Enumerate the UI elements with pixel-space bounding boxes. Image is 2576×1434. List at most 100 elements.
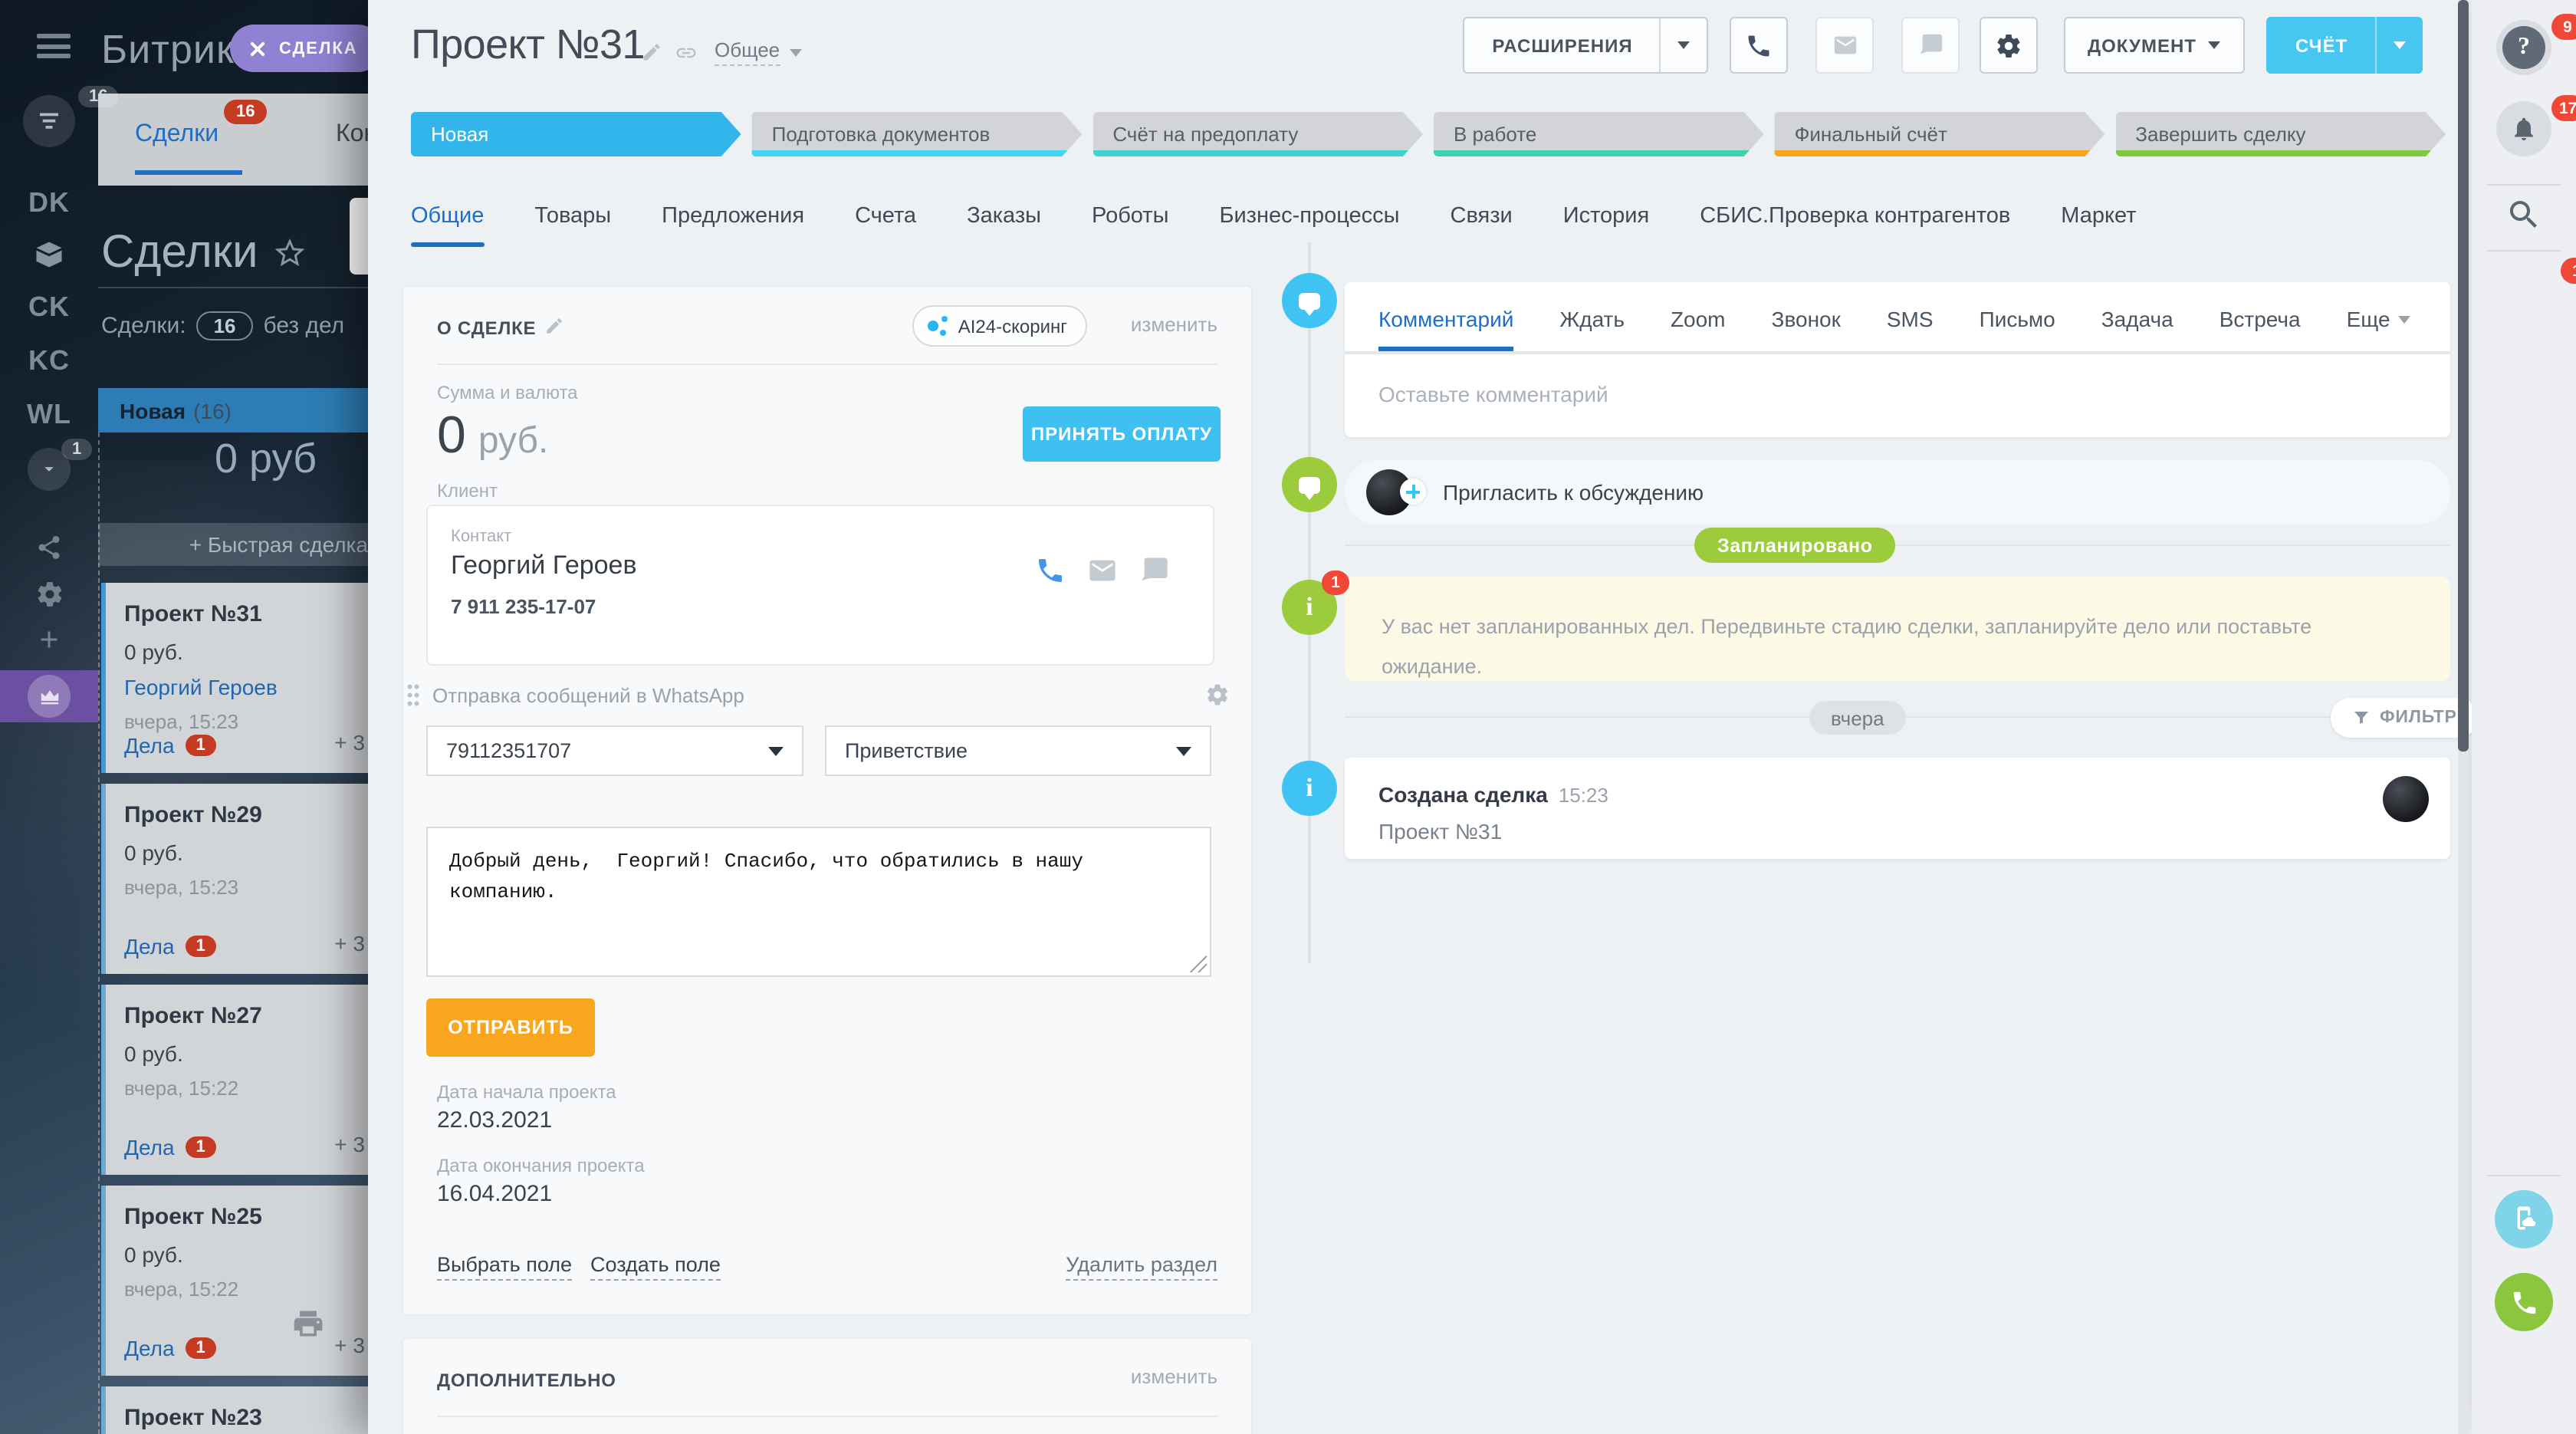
tab-more[interactable]: Еще [2347,307,2410,351]
edit-pencil-icon[interactable] [641,41,662,63]
tab-invoices[interactable]: Счета [855,204,916,247]
tab-zoom[interactable]: Zoom [1671,307,1726,351]
delete-section-link[interactable]: Удалить раздел [1066,1253,1217,1281]
scope-selector[interactable]: Общее [715,38,801,66]
scrollbar[interactable] [2458,0,2469,1434]
whatsapp-message-input[interactable]: Добрый день, Георгий! Спасибо, что обрат… [426,827,1211,977]
drag-handle-icon[interactable] [406,682,420,707]
timeline-entry-card[interactable]: Создана сделка15:23 Проект №31 [1345,758,2450,859]
create-field-link[interactable]: Создать поле [590,1253,721,1281]
workspace-ck[interactable]: CK [0,291,98,324]
workspace-cube[interactable] [0,238,98,271]
close-icon[interactable] [248,39,267,58]
entity-chip[interactable]: СДЕЛКА [230,25,368,72]
settings-button[interactable] [1980,17,2038,74]
add-nav[interactable] [0,626,98,653]
edit-section-link[interactable]: изменить [1131,313,1217,336]
chat-icon[interactable] [1139,555,1170,586]
chat-button[interactable] [1901,17,1960,74]
notifications-button[interactable]: 17 [2472,101,2576,156]
deals-summary-count[interactable]: 16 [197,311,253,340]
extensions-dropdown[interactable] [1659,18,1707,72]
menu-icon[interactable] [37,34,71,58]
tab-robots[interactable]: Роботы [1092,204,1168,247]
stage-in-progress[interactable]: В работе [1434,112,1764,156]
extensions-button[interactable]: РАСШИРЕНИЯ [1463,17,1708,74]
tab-task[interactable]: Задача [2101,307,2174,351]
deal-card-todos[interactable]: Дела 1 [124,1336,216,1360]
tab-general[interactable]: Общие [411,204,484,247]
tab-wait[interactable]: Ждать [1559,307,1625,351]
crm-funnel-nav[interactable]: 16 [0,95,98,147]
whatsapp-phone-select[interactable]: 79112351707 [426,725,803,776]
tab-meeting[interactable]: Встреча [2220,307,2301,351]
select-field-link[interactable]: Выбрать поле [437,1253,572,1281]
invoice-button[interactable]: СЧЁТ [2266,17,2423,74]
invite-discussion-button[interactable]: Пригласить к обсуждению [1345,460,2450,525]
project-start-date[interactable]: 22.03.2021 [437,1107,552,1133]
tab-deals[interactable]: Сделки 16 [135,121,219,149]
workspace-wl[interactable]: WL [0,399,98,431]
deal-card[interactable]: Проект №23 [101,1386,368,1434]
contact-phone[interactable]: 7 911 235-17-07 [451,595,596,618]
link-icon[interactable] [675,41,698,64]
document-button[interactable]: ДОКУМЕНТ [2064,17,2245,74]
tab-letter[interactable]: Письмо [1980,307,2055,351]
contact-name[interactable]: Георгий Героев [451,551,637,581]
project-end-date[interactable]: 16.04.2021 [437,1181,552,1207]
stage-new[interactable]: Новая [411,112,741,156]
help-button[interactable]: ? 9 [2472,20,2576,75]
settings-nav[interactable] [0,580,98,609]
tab-products[interactable]: Товары [534,204,611,247]
deal-card-todos[interactable]: Дела 1 [124,1135,216,1159]
scrollbar-thumb[interactable] [2458,0,2469,752]
comment-input[interactable]: Оставьте комментарий [1345,354,2450,437]
tab-contacts[interactable]: Контакты [336,121,368,149]
deal-card[interactable]: Проект №31 0 руб. Георгий Героев вчера, … [101,583,368,773]
tab-call[interactable]: Звонок [1772,307,1841,351]
tab-market[interactable]: Маркет [2061,204,2136,247]
edit-pencil-icon[interactable] [544,316,564,336]
premium-nav[interactable] [0,675,98,718]
printer-icon[interactable] [291,1307,325,1340]
mobile-app-button[interactable] [2472,1190,2576,1248]
edit-section-link[interactable]: изменить [1131,1365,1217,1388]
callback-button[interactable] [2472,1273,2576,1331]
whatsapp-send-button[interactable]: ОТПРАВИТЬ [426,998,595,1057]
deal-card[interactable]: Проект №25 0 руб. вчера, 15:22 Дела 1 + … [101,1186,368,1376]
star-icon[interactable] [274,236,307,270]
contact-card[interactable]: Контакт Георгий Героев 7 911 235-17-07 [426,505,1214,666]
filter-button[interactable]: ФИЛЬТР [2331,698,2479,738]
stage-docs[interactable]: Подготовка документов [752,112,1083,156]
accept-payment-button[interactable]: ПРИНЯТЬ ОПЛАТУ [1023,406,1221,462]
deal-card-todos[interactable]: Дела 1 [124,733,216,758]
tab-sbis[interactable]: СБИС.Проверка контрагентов [1700,204,2010,247]
search-button[interactable] [2472,196,2576,233]
deal-card-client-link[interactable]: Георгий Героев [124,675,368,699]
mail-icon[interactable] [1087,555,1118,586]
stage-close-deal[interactable]: Завершить сделку [2115,112,2446,156]
deal-card[interactable]: Проект №27 0 руб. вчера, 15:22 Дела 1 + … [101,985,368,1175]
whatsapp-template-select[interactable]: Приветствие [825,725,1211,776]
ai-scoring-button[interactable]: AI24-скоринг [912,305,1087,347]
invoice-dropdown[interactable] [2375,17,2423,74]
resize-handle[interactable] [1190,955,1207,972]
gear-icon[interactable] [1205,682,1230,707]
workspace-dk[interactable]: DK [0,187,98,219]
email-button[interactable] [1815,17,1874,74]
workspace-kc[interactable]: KC [0,345,98,377]
tab-comment[interactable]: Комментарий [1378,307,1513,351]
tab-sms[interactable]: SMS [1887,307,1934,351]
tab-workflows[interactable]: Бизнес-процессы [1219,204,1399,247]
call-button[interactable] [1730,17,1788,74]
quick-deal-button[interactable]: + Быстрая сделка [98,523,368,566]
collapse-nav[interactable]: 1 [0,448,98,491]
deal-card-todos[interactable]: Дела 1 [124,934,216,959]
tab-orders[interactable]: Заказы [967,204,1041,247]
deal-card[interactable]: Проект №29 0 руб. вчера, 15:23 Дела 1 + … [101,784,368,974]
structure-nav[interactable] [0,534,98,561]
tab-history[interactable]: История [1563,204,1649,247]
phone-icon[interactable] [1035,555,1066,586]
kanban-column-header[interactable]: Новая(16) [98,388,368,433]
tab-links[interactable]: Связи [1451,204,1513,247]
